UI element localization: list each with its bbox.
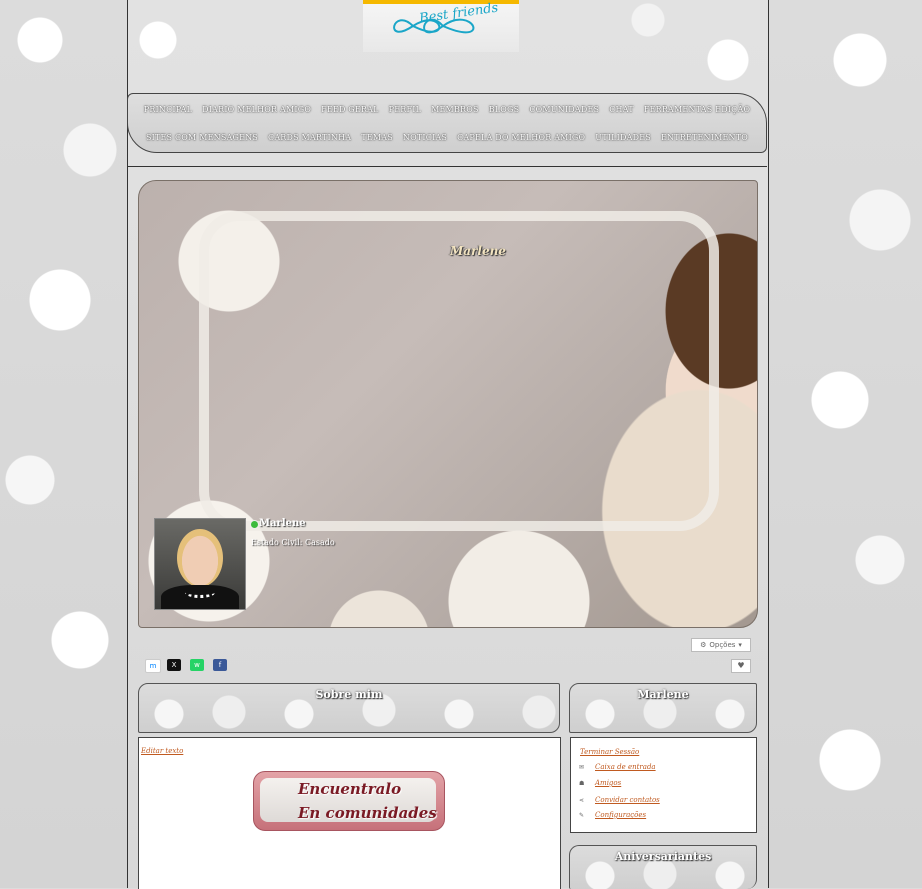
facebook-share-icon[interactable]: f (213, 659, 227, 671)
nav-item-capela[interactable]: CAPELA DO MELHOR AMIGO (457, 133, 585, 142)
civil-status: Estado Civil: Casado (251, 538, 335, 547)
sidebar-title: Marlene (637, 688, 689, 701)
communities-banner[interactable]: Encuentralo En comunidades (253, 771, 445, 831)
nav-item-entretenimento[interactable]: ENTRETENIMENTO (661, 133, 748, 142)
nav-item-comunidades[interactable]: COMUNIDADES (529, 105, 599, 114)
sidebar-header: Marlene (569, 683, 757, 733)
profile-name[interactable]: Marlene (259, 518, 306, 529)
nav-item-principal[interactable]: PRINCIPAL (144, 105, 192, 114)
nav-item-cards[interactable]: CARDS MARTINHA (268, 133, 351, 142)
sidebar-item-inbox[interactable]: ✉ Caixa de entrada (579, 763, 656, 771)
nav-row-1: PRINCIPAL DIARIO MELHOR AMIGO FEED GERAL… (128, 105, 766, 114)
sidebar-body: Terminar Sessão ✉ Caixa de entrada ☗ Ami… (570, 737, 757, 833)
cover-title: Marlene (450, 244, 506, 258)
avatar-pearls (185, 587, 215, 598)
about-title: Sobre mim (315, 688, 383, 701)
sidebar-item-label: Caixa de entrada (595, 763, 656, 771)
nav-item-feed[interactable]: FEED GERAL (321, 105, 379, 114)
nav-item-ferramentas[interactable]: FERRAMENTAS EDIÇÃO (644, 105, 750, 114)
friends-icon: ☗ (579, 779, 585, 787)
nav-item-membros[interactable]: MEMBROS (431, 105, 479, 114)
whatsapp-share-icon[interactable]: w (190, 659, 204, 671)
nav-item-temas[interactable]: TEMAS (361, 133, 393, 142)
heart-icon[interactable]: ♥ (731, 659, 751, 673)
sidebar-item-friends[interactable]: ☗ Amigos (579, 779, 621, 787)
pencil-icon: ✎ (579, 811, 585, 819)
birthdays-header: Aniversariantes (569, 845, 757, 889)
sidebar-item-invite[interactable]: ⋖ Convidar contatos (579, 796, 660, 804)
nav-item-chat[interactable]: CHAT (609, 105, 634, 114)
envelope-icon: ✉ (579, 763, 585, 771)
options-label: Opções (709, 641, 736, 649)
main-nav: PRINCIPAL DIARIO MELHOR AMIGO FEED GERAL… (127, 93, 767, 153)
banner-line-1: Encuentralo (298, 780, 402, 798)
birthdays-title: Aniversariantes (614, 850, 712, 863)
sidebar-item-label: Configurações (595, 811, 647, 819)
nav-item-blogs[interactable]: BLOGS (489, 105, 520, 114)
nav-item-noticias[interactable]: NOTICIAS (403, 133, 447, 142)
gear-icon: ⚙ (700, 641, 707, 649)
nav-item-perfil[interactable]: PERFIL (389, 105, 421, 114)
nav-item-diario[interactable]: DIARIO MELHOR AMIGO (202, 105, 311, 114)
about-header: Sobre mim (138, 683, 560, 733)
site-logo[interactable]: Best friends (363, 0, 519, 52)
sidebar-item-label: Convidar contatos (595, 796, 660, 804)
cover-ornament-frame (199, 211, 719, 531)
nav-item-sites[interactable]: SITES COM MENSAGENS (146, 133, 258, 142)
options-button[interactable]: ⚙ Opções ▾ (691, 638, 751, 652)
avatar-face (177, 529, 223, 587)
sidebar-item-label: Amigos (595, 779, 622, 787)
x-share-icon[interactable]: X (167, 659, 181, 671)
online-status-icon (250, 520, 259, 529)
avatar[interactable] (154, 518, 246, 610)
messenger-share-icon[interactable]: m (145, 659, 161, 673)
logout-link[interactable]: Terminar Sessão (580, 748, 639, 756)
share-icon: ⋖ (579, 796, 585, 804)
edit-text-link[interactable]: Editar texto (141, 747, 183, 755)
nav-item-utilidades[interactable]: UTILIDADES (595, 133, 651, 142)
banner-line-2: En comunidades (298, 804, 437, 822)
nav-row-2: SITES COM MENSAGENS CARDS MARTINHA TEMAS… (128, 133, 766, 142)
sidebar-item-settings[interactable]: ✎ Configurações (579, 811, 646, 819)
chevron-down-icon: ▾ (738, 641, 742, 649)
